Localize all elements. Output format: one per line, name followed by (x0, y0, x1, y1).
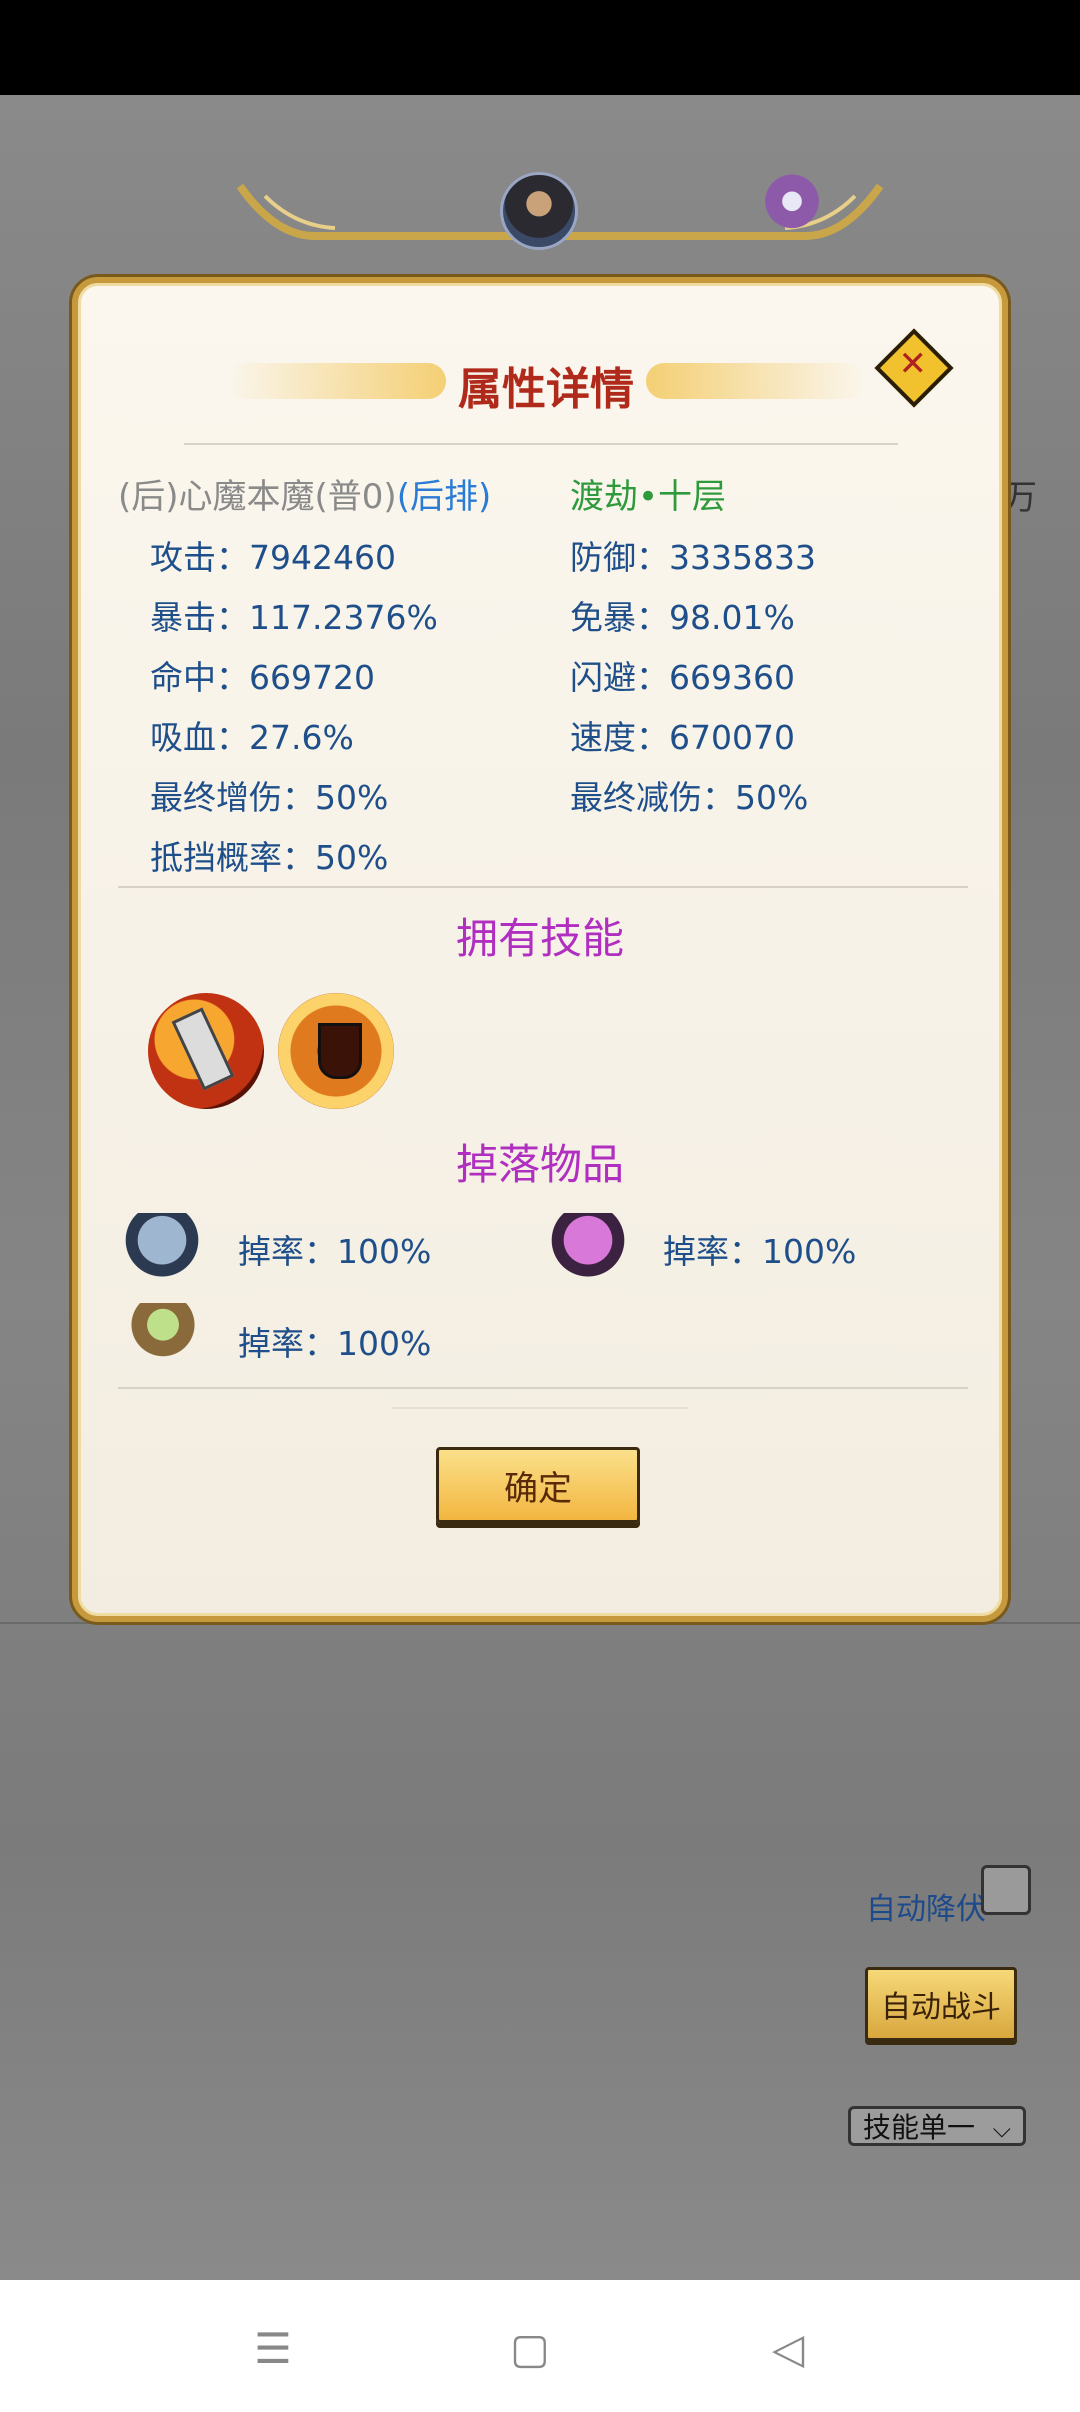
stat-dodge: 闪避：669360 (570, 658, 795, 697)
stat-crit: 暴击：117.2376% (150, 598, 438, 637)
stat-crit-resist: 免暴：98.01% (570, 598, 795, 637)
enemy-name: (后)心魔本魔(普0)(后排) (118, 469, 491, 518)
stat-final-damage-down: 最终减伤：50% (570, 778, 809, 817)
close-button[interactable]: ✕ (874, 328, 954, 408)
enemy-stage: 渡劫•十层 (570, 477, 727, 517)
drop-rate-3: 掉率：100% (238, 1324, 432, 1363)
home-icon[interactable]: ▢ (500, 2318, 560, 2378)
skills-title: 拥有技能 (455, 914, 624, 963)
confirm-button[interactable]: 确定 (436, 1447, 640, 1523)
enemy-portrait[interactable] (758, 168, 826, 242)
stat-lifesteal: 吸血：27.6% (150, 718, 354, 757)
status-bar (0, 0, 1080, 95)
close-icon: ✕ (898, 343, 928, 384)
stat-defense: 防御：3335833 (570, 538, 816, 577)
purple-chest-icon[interactable] (544, 1213, 632, 1281)
blade-skill-icon[interactable] (148, 993, 264, 1109)
drops-title: 掉落物品 (455, 1140, 624, 1189)
silver-chest-icon[interactable] (118, 1213, 206, 1281)
background-text: 万 (1003, 478, 1037, 518)
auto-surrender-checkbox[interactable] (981, 1865, 1031, 1915)
skill-mode-value: 技能单一 (863, 2111, 976, 2144)
hero-portrait[interactable] (500, 172, 578, 250)
jade-sack-icon[interactable] (130, 1303, 196, 1365)
auto-battle-button[interactable]: 自动战斗 (865, 1967, 1017, 2041)
stat-hit: 命中：669720 (150, 658, 375, 697)
stat-final-damage-up: 最终增伤：50% (150, 778, 389, 817)
skill-mode-select[interactable]: 技能单一 ⌵ (848, 2106, 1026, 2146)
title-divider (184, 443, 898, 445)
enemy-name-text: (后)心魔本魔(普0) (118, 477, 397, 517)
button-divider (392, 1407, 688, 1409)
attribute-detail-dialog: 属性详情 ✕ (后)心魔本魔(普0)(后排) 渡劫•十层 攻击：7942460 … (72, 277, 1008, 1622)
stats-divider (118, 886, 968, 888)
shield-skill-icon[interactable] (278, 993, 394, 1109)
menu-icon[interactable]: ☰ (243, 2318, 303, 2378)
chevron-down-icon: ⌵ (992, 2115, 1011, 2143)
background-divider (0, 1622, 1080, 1624)
drops-divider (118, 1387, 968, 1389)
auto-surrender-label: 自动降伏 (866, 1892, 986, 1927)
dialog-title: 属性详情 (458, 364, 634, 415)
drop-rate-1: 掉率：100% (238, 1232, 432, 1271)
back-icon[interactable]: ◁ (758, 2318, 818, 2378)
stat-block-chance: 抵挡概率：50% (150, 838, 389, 877)
stat-speed: 速度：670070 (570, 718, 795, 757)
enemy-position: (后排) (396, 477, 492, 517)
dialog-header: 属性详情 (226, 343, 866, 423)
stat-attack: 攻击：7942460 (150, 538, 396, 577)
drop-rate-2: 掉率：100% (663, 1232, 857, 1271)
